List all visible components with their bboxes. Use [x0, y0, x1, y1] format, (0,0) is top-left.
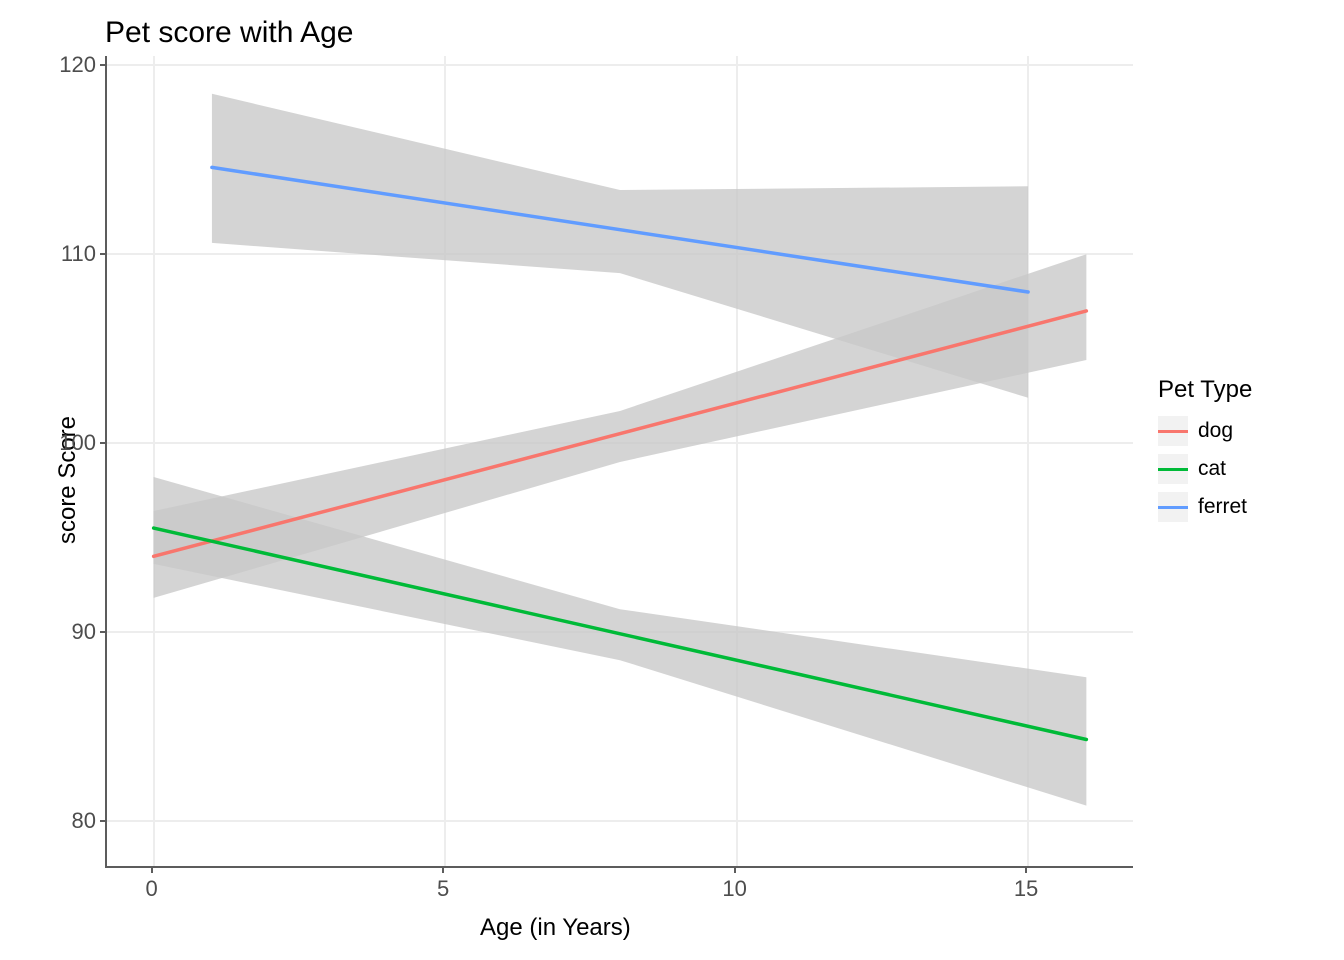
x-tick-mark — [151, 868, 153, 873]
legend-items: dog cat ferret — [1158, 416, 1252, 522]
legend-key — [1158, 492, 1188, 522]
legend-line-icon — [1158, 468, 1188, 471]
x-tick-mark — [442, 868, 444, 873]
series-line-dog — [154, 311, 1087, 556]
y-tick-label: 90 — [36, 619, 96, 645]
legend-label: cat — [1198, 457, 1226, 481]
y-tick-label: 80 — [36, 808, 96, 834]
y-tick-label: 110 — [36, 241, 96, 267]
confidence-ribbon-ferret — [212, 94, 1028, 398]
legend-key — [1158, 416, 1188, 446]
y-tick-label: 120 — [36, 52, 96, 78]
plot-area — [105, 56, 1133, 868]
legend-line-icon — [1158, 506, 1188, 509]
x-tick-label: 10 — [722, 876, 746, 902]
x-axis-label: Age (in Years) — [480, 914, 631, 942]
legend-item-dog: dog — [1158, 416, 1252, 446]
legend: Pet Type dog cat ferret — [1158, 376, 1252, 530]
legend-title: Pet Type — [1158, 376, 1252, 404]
x-tick-label: 0 — [146, 876, 158, 902]
legend-label: ferret — [1198, 495, 1247, 519]
legend-line-icon — [1158, 430, 1188, 433]
x-tick-mark — [1025, 868, 1027, 873]
legend-label: dog — [1198, 419, 1233, 443]
x-tick-label: 5 — [437, 876, 449, 902]
legend-item-ferret: ferret — [1158, 492, 1252, 522]
legend-key — [1158, 454, 1188, 484]
x-tick-mark — [734, 868, 736, 873]
x-tick-label: 15 — [1014, 876, 1038, 902]
plot-svg — [107, 56, 1133, 866]
legend-item-cat: cat — [1158, 454, 1252, 484]
series-line-cat — [154, 528, 1087, 739]
y-tick-label: 100 — [36, 430, 96, 456]
chart-container: Pet score with Age score Score Age (in Y… — [0, 0, 1344, 960]
confidence-ribbon-cat — [154, 477, 1087, 806]
chart-title: Pet score with Age — [105, 16, 353, 50]
